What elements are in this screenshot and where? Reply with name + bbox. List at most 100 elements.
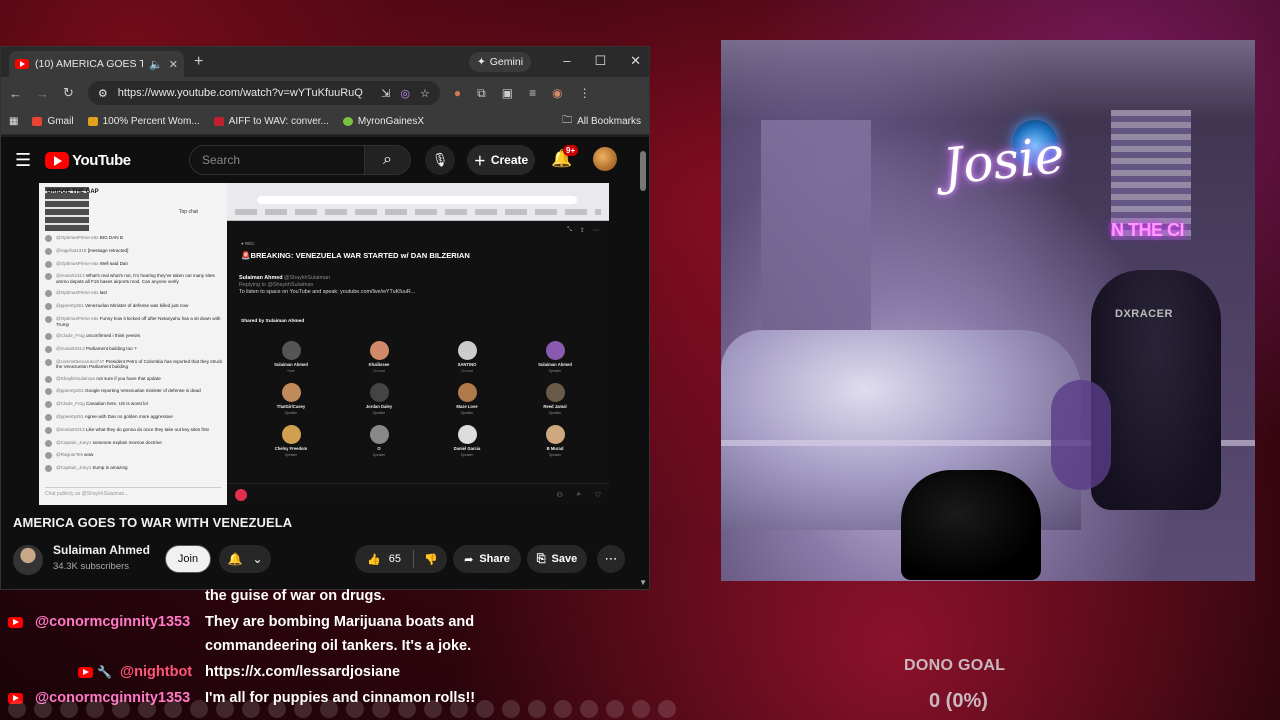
- forward-arrow-icon[interactable]: →: [36, 86, 49, 101]
- chat-avatar: [45, 235, 52, 242]
- save-button[interactable]: ⎘ Save: [527, 545, 587, 573]
- new-tab-button[interactable]: +: [194, 53, 203, 71]
- channel-name[interactable]: Sulaiman Ahmed: [53, 543, 150, 557]
- reload-icon[interactable]: ↻: [63, 85, 74, 101]
- site-settings-icon[interactable]: ⚙: [98, 87, 108, 100]
- plus-icon: ＋: [473, 153, 486, 168]
- bookmark-gmail[interactable]: Gmail: [32, 116, 74, 127]
- video-player[interactable]: BRIDGE THE GAP Top chat @OptimusPrime-x5…: [39, 183, 609, 505]
- dislike-button[interactable]: 👎: [414, 553, 448, 566]
- chat-row: @ppeerty261 Agree with Dan no golden mor…: [45, 413, 223, 421]
- url-text[interactable]: https://www.youtube.com/watch?v=wYTuKfuu…: [118, 87, 371, 99]
- space-top-icons: ⤡ ⇪ ⋯: [567, 227, 599, 234]
- chat-avatar: [45, 375, 52, 383]
- like-button[interactable]: 👍 65: [355, 550, 414, 568]
- speaker-tile: Jordan Daley Speaker: [335, 383, 423, 415]
- search-input[interactable]: Search: [189, 145, 365, 175]
- back-arrow-icon[interactable]: ←: [9, 86, 22, 101]
- speaker-role: Speaker: [548, 411, 562, 415]
- alert-dot: [398, 700, 416, 718]
- sidepanel-icon[interactable]: ▣: [502, 86, 513, 101]
- create-button[interactable]: ＋ Create: [467, 145, 535, 175]
- apps-grid-icon[interactable]: ▦: [9, 116, 18, 127]
- speaker-tile: Sulaiman Ahmed Host: [247, 341, 335, 373]
- join-button[interactable]: Join: [165, 545, 211, 573]
- minimize-button[interactable]: –: [563, 53, 570, 69]
- chat-row: @mosa02313 Like what they do gonna do on…: [45, 426, 223, 434]
- speaker-role: Speaker: [548, 453, 562, 457]
- close-tab-icon[interactable]: ✕: [169, 58, 178, 71]
- bookmark-star-icon[interactable]: ☆: [420, 87, 430, 100]
- bookmark-myrongainesx[interactable]: MyronGainesX: [342, 116, 424, 127]
- menu-kebab-icon[interactable]: ⋮: [579, 86, 591, 101]
- share-button[interactable]: ➦ Share: [453, 545, 521, 573]
- voice-search-button[interactable]: 🎙: [425, 145, 455, 175]
- chat-row: @ppeerty261 Google reporting Venezuelan …: [45, 388, 223, 396]
- alert-dot: [164, 700, 182, 718]
- chat-row-name: @ppeerty261: [56, 388, 84, 394]
- speaker-role: Host: [287, 369, 295, 373]
- speaker-name: O: [377, 446, 381, 451]
- alert-dot: [138, 700, 156, 718]
- youtube-play-icon: [45, 151, 70, 169]
- lens-icon[interactable]: ◎: [400, 87, 410, 100]
- page-scrollbar[interactable]: [640, 151, 646, 191]
- speaker-tile: SANTINO Co-host: [423, 341, 511, 373]
- chat-message: commandeering oil tankers. It's a joke.: [205, 638, 472, 654]
- scroll-down-arrow-icon[interactable]: ▼: [639, 578, 647, 587]
- speaker-avatar: [457, 425, 477, 444]
- media-icon[interactable]: ≡: [529, 86, 536, 101]
- maximize-button[interactable]: ☐: [594, 53, 606, 69]
- chat-line: 🔧 @nightbot https://x.com/lessardjosiane: [78, 664, 400, 680]
- chat-input-placeholder: Chat publicly as @ShaykhSulaiman...: [45, 487, 221, 499]
- account-avatar[interactable]: [593, 147, 617, 171]
- hamburger-menu-icon[interactable]: ☰: [15, 150, 31, 171]
- alert-dot: [424, 700, 442, 718]
- close-window-button[interactable]: ✕: [630, 53, 641, 69]
- speaker-role: Speaker: [372, 411, 386, 415]
- speaker-name: Daniel Garcia: [453, 446, 481, 451]
- rumble-icon: [342, 117, 353, 126]
- flag-icon: [87, 117, 98, 126]
- speaker-avatar: [281, 383, 301, 402]
- chat-banner-text: BRIDGE THE GAP: [47, 189, 99, 195]
- chat-row-name: @mosa02313: [56, 273, 85, 279]
- speaker-tile: Chelsy Freedom Speaker: [247, 425, 335, 457]
- alert-dot: [658, 700, 676, 718]
- alert-dot: [112, 700, 130, 718]
- chat-row: @OptimusPrime-x5x Well said Dan: [45, 260, 223, 268]
- browser-tab[interactable]: (10) AMERICA GOES TO WA 🔈 ✕: [9, 51, 184, 77]
- chat-row-text: Like what they do gonna do once they tak…: [85, 426, 209, 432]
- profile-icon[interactable]: ◉: [552, 86, 562, 101]
- bookmark-aiff-wav[interactable]: AIFF to WAV: conver...: [213, 116, 329, 127]
- search-button[interactable]: ⌕: [365, 145, 411, 175]
- heart-icon: ♡: [594, 492, 601, 499]
- dono-goal-value: 0 (0%): [929, 690, 988, 712]
- more-actions-button[interactable]: ⋯: [597, 545, 625, 573]
- speaker-name: Jordan Daley: [365, 404, 393, 409]
- youtube-logo[interactable]: YouTube: [45, 151, 131, 169]
- chat-row-name: @Clade_Frog: [56, 332, 85, 338]
- chat-row: @mosa02313 What's real what's not, I'm h…: [45, 273, 223, 284]
- alert-dot: [502, 700, 520, 718]
- extension-icon[interactable]: ●: [454, 86, 461, 101]
- chat-row-name: @mosa02313: [56, 345, 85, 351]
- bookmark-label: Gmail: [47, 116, 74, 127]
- like-dislike-group: 👍 65 👎: [355, 545, 447, 573]
- subscription-bell-button[interactable]: 🔔 ⌄: [219, 545, 271, 573]
- puzzle-icon[interactable]: ⧉: [477, 86, 486, 101]
- install-icon[interactable]: ⇲: [381, 87, 390, 100]
- alert-dot: [268, 700, 286, 718]
- address-bar[interactable]: ⚙ https://www.youtube.com/watch?v=wYTuKf…: [87, 81, 440, 105]
- speaker-role: Speaker: [372, 453, 386, 457]
- shared-by-label: Shared by Sulaiman Ahmed: [241, 319, 305, 324]
- all-bookmarks[interactable]: 🗀 All Bookmarks: [562, 113, 641, 130]
- speaker-tile: Daniel Garcia Speaker: [423, 425, 511, 457]
- neon-text-sign: N THE CI: [1111, 220, 1185, 240]
- gemini-sparkle-icon: ✦: [476, 56, 486, 68]
- bookmark-percent-women[interactable]: 100% Percent Wom...: [87, 116, 200, 127]
- channel-avatar[interactable]: [13, 545, 43, 575]
- chat-row-text: wow: [84, 452, 94, 458]
- speaker-icon[interactable]: 🔈: [149, 58, 163, 71]
- gemini-button[interactable]: ✦ Gemini: [469, 52, 531, 72]
